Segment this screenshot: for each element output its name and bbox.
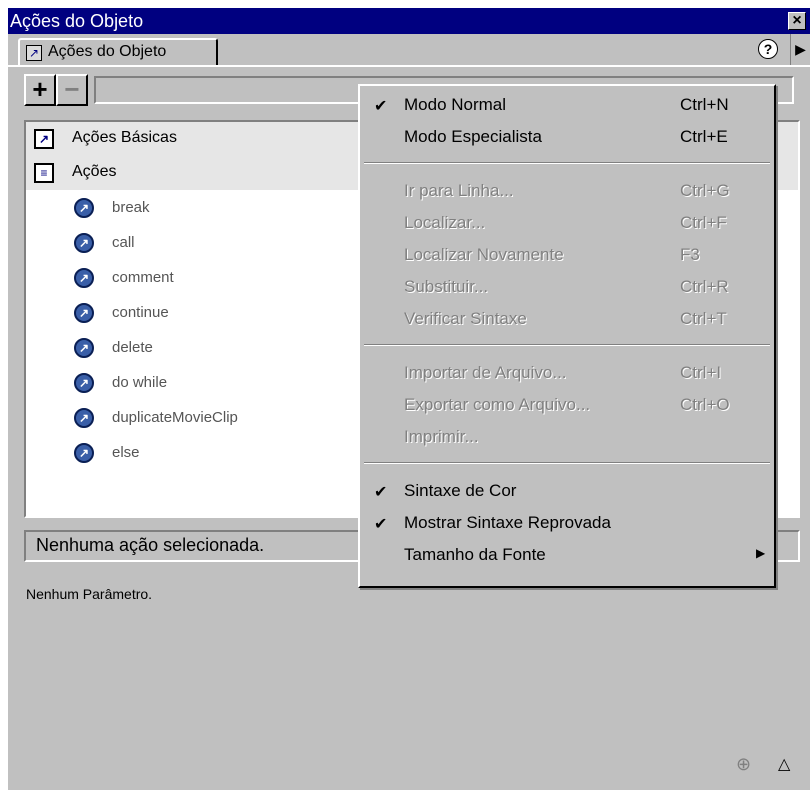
title-bar[interactable]: Ações do Objeto ×: [8, 8, 810, 34]
tab-strip: ↗ Ações do Objeto ? ▶: [8, 34, 810, 66]
menu-item-label: Ir para Linha...: [404, 181, 514, 200]
action-arrow-icon: ↗: [74, 233, 94, 253]
menu-item-label: Mostrar Sintaxe Reprovada: [404, 513, 611, 532]
menu-item: Ir para Linha... Ctrl+G: [360, 176, 774, 208]
menu-item-shortcut: F3: [680, 245, 700, 264]
menu-item-label: Localizar...: [404, 213, 486, 232]
menu-item: Localizar... Ctrl+F: [360, 208, 774, 240]
help-icon: ?: [763, 41, 773, 57]
menu-separator: [364, 344, 770, 346]
menu-item-shortcut: Ctrl+N: [680, 95, 729, 114]
remove-action-button[interactable]: −: [56, 74, 88, 106]
menu-item-shortcut: Ctrl+E: [680, 127, 728, 146]
action-item-label: duplicateMovieClip: [112, 409, 238, 426]
menu-item-shortcut: Ctrl+F: [680, 213, 727, 232]
menu-separator: [364, 462, 770, 464]
menu-item-shortcut: Ctrl+O: [680, 395, 730, 414]
menu-item-label: Exportar como Arquivo...: [404, 395, 591, 414]
window-title: Ações do Objeto: [10, 11, 144, 31]
checkmark-icon: ✔: [374, 98, 388, 115]
close-button[interactable]: ×: [788, 12, 806, 30]
menu-item-label: Imprimir...: [404, 427, 479, 446]
action-arrow-icon: ↗: [74, 408, 94, 428]
menu-item-shortcut: Ctrl+R: [680, 277, 729, 296]
status-text: Nenhuma ação selecionada.: [36, 535, 265, 555]
category-label: Ações Básicas: [72, 129, 177, 146]
menu-item: Imprimir...: [360, 422, 774, 454]
menu-item-label: Sintaxe de Cor: [404, 481, 517, 500]
menu-item[interactable]: ✔ Modo Normal Ctrl+N: [360, 90, 774, 122]
tab-label: Ações do Objeto: [48, 43, 167, 60]
menu-item-label: Tamanho da Fonte: [404, 545, 546, 564]
menu-separator: [364, 162, 770, 164]
collapse-up-icon[interactable]: △: [778, 754, 790, 774]
action-arrow-icon: ↗: [74, 338, 94, 358]
menu-item-shortcut: Ctrl+I: [680, 363, 722, 382]
menu-item: Substituir... Ctrl+R: [360, 272, 774, 304]
menu-item[interactable]: ✔ Sintaxe de Cor: [360, 476, 774, 508]
action-item-label: else: [112, 444, 140, 461]
action-item-label: do while: [112, 374, 168, 391]
action-arrow-icon: ↗: [74, 373, 94, 393]
target-icon[interactable]: ⊕: [736, 754, 751, 775]
action-item-label: delete: [112, 339, 153, 356]
tab-divider: [8, 65, 810, 67]
submenu-arrow-icon: ▶: [756, 546, 766, 560]
action-item-label: break: [112, 199, 150, 216]
action-arrow-icon: ↗: [74, 443, 94, 463]
menu-item-label: Verificar Sintaxe: [404, 309, 527, 328]
menu-item: Importar de Arquivo... Ctrl+I: [360, 358, 774, 390]
action-item-label: comment: [112, 269, 174, 286]
menu-item-label: Modo Normal: [404, 95, 507, 114]
arrow-book-icon: ↗: [34, 129, 54, 149]
options-popup-menu: ✔ Modo Normal Ctrl+N Modo Especialista Ctrl+…: [358, 84, 776, 588]
help-button[interactable]: ?: [758, 39, 778, 59]
action-arrow-icon: ↗: [74, 303, 94, 323]
action-item-label: continue: [112, 304, 169, 321]
menu-item[interactable]: Modo Especialista Ctrl+E: [360, 122, 774, 154]
menu-item-label: Importar de Arquivo...: [404, 363, 567, 382]
panel-menu-button[interactable]: ▶: [790, 34, 810, 66]
menu-item-label: Localizar Novamente: [404, 245, 564, 264]
menu-item-shortcut: Ctrl+T: [680, 309, 727, 328]
action-item-label: call: [112, 234, 135, 251]
arrow-icon: ↗: [26, 45, 42, 61]
triangle-right-icon: ▶: [795, 41, 806, 57]
parameters-text: Nenhum Parâmetro.: [26, 586, 153, 602]
action-arrow-icon: ↗: [74, 198, 94, 218]
menu-item-label: Modo Especialista: [404, 127, 542, 146]
menu-item-label: Substituir...: [404, 277, 489, 296]
action-arrow-icon: ↗: [74, 268, 94, 288]
checkmark-icon: ✔: [374, 516, 388, 533]
menu-item: Verificar Sintaxe Ctrl+T: [360, 304, 774, 336]
add-action-button[interactable]: +: [24, 74, 56, 106]
checkmark-icon: ✔: [374, 484, 388, 501]
list-book-icon: ≡: [34, 163, 54, 183]
menu-item: Localizar Novamente F3: [360, 240, 774, 272]
close-icon: ×: [792, 12, 802, 29]
menu-item[interactable]: Tamanho da Fonte ▶: [360, 540, 774, 572]
category-label: Ações: [72, 163, 117, 180]
tab-object-actions[interactable]: ↗ Ações do Objeto: [18, 38, 218, 66]
menu-item-shortcut: Ctrl+G: [680, 181, 730, 200]
menu-item[interactable]: ✔ Mostrar Sintaxe Reprovada: [360, 508, 774, 540]
menu-item: Exportar como Arquivo... Ctrl+O: [360, 390, 774, 422]
